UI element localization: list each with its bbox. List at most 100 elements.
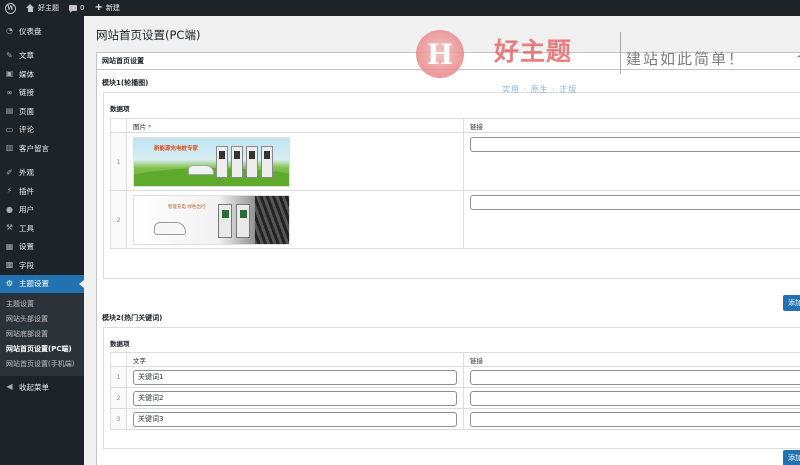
row-index: 2 (110, 190, 127, 249)
background-stripes (255, 195, 289, 244)
banner-image-1[interactable]: 新能源充电桩专家 (133, 136, 290, 187)
module2-box: 数据项 文字 链接 1 关键词1 2 关键词2 3 关键词3 (103, 327, 800, 449)
menu-users[interactable]: ● 用户 (0, 201, 84, 220)
site-name-link[interactable]: 好主题 (21, 0, 64, 16)
charging-pile-shape (236, 203, 250, 238)
submenu-header-settings[interactable]: 网站头部设置 (0, 312, 84, 327)
module1-add-button[interactable]: 添加 (783, 295, 800, 311)
module1-data-label: 数据项 (110, 105, 130, 113)
menu-label: 设置 (19, 242, 34, 252)
menu-theme-settings[interactable]: ⚙ 主题设置 (0, 274, 84, 293)
menu-links[interactable]: ∞ 链接 (0, 84, 84, 103)
car-shape (188, 164, 214, 175)
menu-pages[interactable]: ▤ 页面 (0, 102, 84, 121)
image-cell: 新能源充电桩专家 (126, 132, 464, 191)
submenu-theme-settings[interactable]: 主题设置 (0, 297, 84, 312)
link-icon: ∞ (6, 87, 13, 97)
table-row: 2 关键词2 (110, 387, 800, 409)
link-cell (463, 387, 800, 409)
collapse-menu-button[interactable]: ◀ 收起菜单 (0, 378, 84, 397)
menu-label: 字段 (19, 260, 34, 270)
settings-panel: 网站首页设置 ⌃ 模块1(轮播图) 数据项 图片 * 链接 1 新能源充电桩专家… (96, 52, 800, 465)
comments-link[interactable]: 0 (64, 0, 89, 16)
menu-posts[interactable]: ✎ 文章 (0, 47, 84, 66)
link-cell (463, 366, 800, 388)
wordpress-logo-icon: W (5, 2, 16, 14)
menu-label: 页面 (19, 106, 34, 116)
plugin-icon: ⚡ (6, 186, 13, 196)
panel-title: 网站首页设置 (102, 57, 144, 65)
submenu-home-pc-settings[interactable]: 网站首页设置(PC端) (0, 342, 84, 357)
module2-add-button[interactable]: 添加 (783, 450, 800, 465)
keyword-input[interactable]: 关键词2 (133, 390, 457, 406)
home-icon (26, 4, 35, 12)
row-index: 3 (110, 408, 127, 430)
charging-pile-shape (216, 145, 228, 178)
index-header (110, 352, 127, 367)
text-column-header: 文字 (126, 352, 464, 367)
car-shape (154, 221, 186, 235)
main-content: 网站首页设置(PC端) 网站首页设置 ⌃ 模块1(轮播图) 数据项 图片 * 链… (84, 16, 800, 465)
keyword-input[interactable]: 关键词1 (133, 369, 457, 385)
pin-icon: ✎ (6, 50, 13, 60)
submenu-home-mobile-settings[interactable]: 网站首页设置(手机端) (0, 357, 84, 372)
plus-icon: + (94, 2, 103, 13)
menu-settings[interactable]: ▦ 设置 (0, 238, 84, 257)
link-input[interactable] (470, 390, 800, 406)
module1-table: 图片 * 链接 1 新能源充电桩专家 2 智能充电 绿色出行 (110, 118, 800, 249)
new-content-link[interactable]: + 新建 (89, 0, 124, 16)
wrench-icon: ⚒ (5, 223, 14, 233)
keyword-input[interactable]: 关键词3 (133, 411, 457, 427)
link-column-header: 链接 (463, 352, 800, 367)
menu-media[interactable]: ▣ 媒体 (0, 65, 84, 84)
user-icon: ● (6, 204, 13, 214)
media-icon: ▣ (5, 69, 14, 79)
table-row: 1 新能源充电桩专家 (110, 132, 800, 191)
table-row: 2 智能充电 绿色出行 (110, 190, 800, 249)
link-input[interactable] (470, 369, 800, 385)
menu-label: 文章 (19, 51, 34, 61)
link-input[interactable] (470, 137, 800, 152)
menu-label: 工具 (19, 223, 34, 233)
menu-label: 主题设置 (19, 279, 49, 289)
theme-settings-submenu: 主题设置 网站头部设置 网站底部设置 网站首页设置(PC端) 网站首页设置(手机… (0, 293, 84, 376)
comment-bubble-icon (69, 5, 77, 13)
menu-label: 媒体 (19, 69, 34, 79)
row-index: 1 (110, 366, 127, 388)
menu-label: 用户 (19, 205, 34, 215)
submenu-footer-settings[interactable]: 网站底部设置 (0, 327, 84, 342)
image-column-header: 图片 * (126, 118, 464, 133)
link-column-header: 链接 (463, 118, 800, 133)
menu-tools[interactable]: ⚒ 工具 (0, 219, 84, 238)
message-icon: ▥ (5, 143, 14, 153)
collapse-toggle-icon[interactable]: ⌃ (795, 55, 800, 65)
module1-title: 模块1(轮播图) (102, 79, 149, 87)
charging-pile-shape (246, 145, 258, 178)
field-icon: ▩ (5, 260, 14, 270)
module2-table: 文字 链接 1 关键词1 2 关键词2 3 关键词3 (110, 352, 800, 430)
menu-dashboard[interactable]: ◔ 仪表盘 (0, 22, 84, 41)
menu-label: 链接 (19, 88, 34, 98)
menu-label: 外观 (19, 168, 34, 178)
link-cell (463, 132, 800, 191)
table-row: 3 关键词3 (110, 408, 800, 430)
link-input[interactable] (470, 195, 800, 210)
menu-label: 仪表盘 (19, 26, 42, 36)
index-header (110, 118, 127, 133)
image-column-label: 图片 (133, 122, 146, 131)
menu-comments[interactable]: ▭ 评论 (0, 121, 84, 140)
comments-count: 0 (80, 4, 85, 12)
banner-image-2[interactable]: 智能充电 绿色出行 (133, 194, 290, 245)
settings-icon: ▦ (5, 241, 14, 251)
menu-appearance[interactable]: ✐ 外观 (0, 164, 84, 183)
wp-logo-menu[interactable]: W (0, 0, 21, 16)
text-cell: 关键词3 (126, 408, 464, 430)
module2-title: 模块2(热门关键词) (102, 314, 163, 322)
menu-messages[interactable]: ▥ 客户留言 (0, 139, 84, 158)
menu-label: 评论 (19, 125, 34, 135)
dashboard-icon: ◔ (6, 26, 13, 36)
menu-plugins[interactable]: ⚡ 插件 (0, 182, 84, 201)
menu-fields[interactable]: ▩ 字段 (0, 256, 84, 275)
charging-pile-shape (218, 203, 232, 238)
link-input[interactable] (470, 411, 800, 427)
